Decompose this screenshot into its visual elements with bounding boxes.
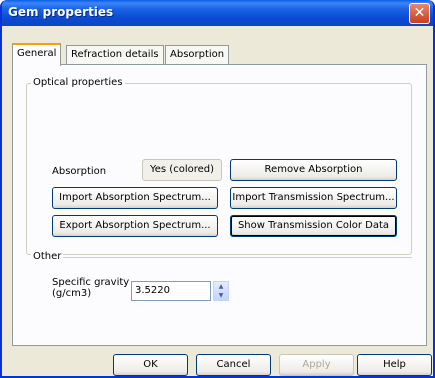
close-icon: ✕ <box>413 5 426 21</box>
apply-label: Apply <box>302 359 331 370</box>
other-group-title: Other <box>31 251 64 262</box>
absorption-value-text: Yes (colored) <box>149 164 215 175</box>
import-transmission-spectrum-label: Import Transmission Spectrum... <box>232 192 395 203</box>
tab-general-label: General <box>17 48 57 59</box>
spin-up-icon[interactable]: ▲ <box>214 282 228 291</box>
tab-refraction-details[interactable]: Refraction details <box>66 45 164 64</box>
ok-label: OK <box>143 359 158 370</box>
tab-general[interactable]: General <box>12 43 62 66</box>
remove-absorption-label: Remove Absorption <box>264 164 363 175</box>
close-button[interactable]: ✕ <box>409 3 430 24</box>
tab-refraction-details-label: Refraction details <box>71 49 159 60</box>
absorption-label: Absorption <box>52 166 107 177</box>
import-transmission-spectrum-button[interactable]: Import Transmission Spectrum... <box>230 187 397 209</box>
show-transmission-color-data-button[interactable]: Show Transmission Color Data <box>230 215 397 237</box>
specific-gravity-unit-label: (g/cm3) <box>52 288 92 299</box>
import-absorption-spectrum-label: Import Absorption Spectrum... <box>59 192 211 203</box>
dialog-window: Gem properties ✕ General Refraction deta… <box>0 0 435 378</box>
window-title: Gem properties <box>8 5 114 19</box>
general-tab-panel: Optical properties Absorption Yes (color… <box>12 64 427 346</box>
absorption-value: Yes (colored) <box>142 159 222 181</box>
remove-absorption-button[interactable]: Remove Absorption <box>230 159 397 181</box>
spin-down-icon[interactable]: ▼ <box>214 291 228 300</box>
title-bar[interactable]: Gem properties ✕ <box>2 0 433 26</box>
ok-button[interactable]: OK <box>113 354 188 376</box>
export-absorption-spectrum-button[interactable]: Export Absorption Spectrum... <box>52 215 218 237</box>
show-transmission-color-data-label: Show Transmission Color Data <box>237 220 390 231</box>
specific-gravity-spinner[interactable]: ▲ ▼ <box>213 281 229 301</box>
import-absorption-spectrum-button[interactable]: Import Absorption Spectrum... <box>52 187 218 209</box>
help-button[interactable]: Help <box>357 354 432 376</box>
other-divider <box>53 257 412 258</box>
cancel-label: Cancel <box>216 359 251 370</box>
apply-button[interactable]: Apply <box>279 354 354 376</box>
export-absorption-spectrum-label: Export Absorption Spectrum... <box>59 220 211 231</box>
optical-properties-title: Optical properties <box>31 77 125 88</box>
specific-gravity-input[interactable]: 3.5220 <box>131 281 211 301</box>
specific-gravity-label: Specific gravity <box>52 277 130 288</box>
tab-absorption[interactable]: Absorption <box>165 45 230 64</box>
tab-absorption-label: Absorption <box>170 49 225 60</box>
help-label: Help <box>383 359 406 370</box>
specific-gravity-value: 3.5220 <box>135 285 170 296</box>
cancel-button[interactable]: Cancel <box>196 354 271 376</box>
